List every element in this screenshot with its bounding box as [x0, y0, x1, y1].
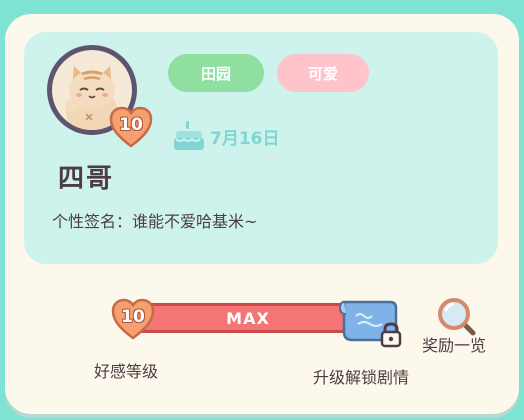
signature-text: 个性签名：谁能不爱哈基米~ [52, 212, 258, 231]
tag-garden[interactable]: 田园 [168, 54, 264, 92]
tag-garden-label: 田园 [200, 64, 231, 83]
tag-cute[interactable]: 可爱 [277, 54, 369, 92]
birthday-date: 7月16日 [210, 128, 280, 149]
rewards-button[interactable] [436, 296, 476, 336]
rewards-label[interactable]: 奖励一览 [422, 332, 486, 356]
birthday-cake-icon [174, 121, 204, 150]
affection-status-text: MAX [226, 309, 270, 328]
affection-level-label: 好感等级 [94, 362, 159, 381]
affection-level-badge: 10 [110, 296, 156, 342]
bar-level-number: 10 [121, 307, 145, 327]
unlock-story-label: 升级解锁剧情 [313, 368, 410, 387]
affection-progress-bar: MAX [130, 303, 366, 333]
birthday: 7月16日 [172, 118, 280, 154]
magnifier-icon [438, 298, 476, 336]
locked-story-button[interactable] [338, 296, 404, 350]
tag-cute-label: 可爱 [307, 64, 338, 83]
character-name: 四哥 [58, 164, 115, 194]
lock-icon [380, 322, 402, 348]
affection-heart-badge: 10 [108, 104, 154, 150]
avatar-level-number: 10 [119, 115, 143, 135]
